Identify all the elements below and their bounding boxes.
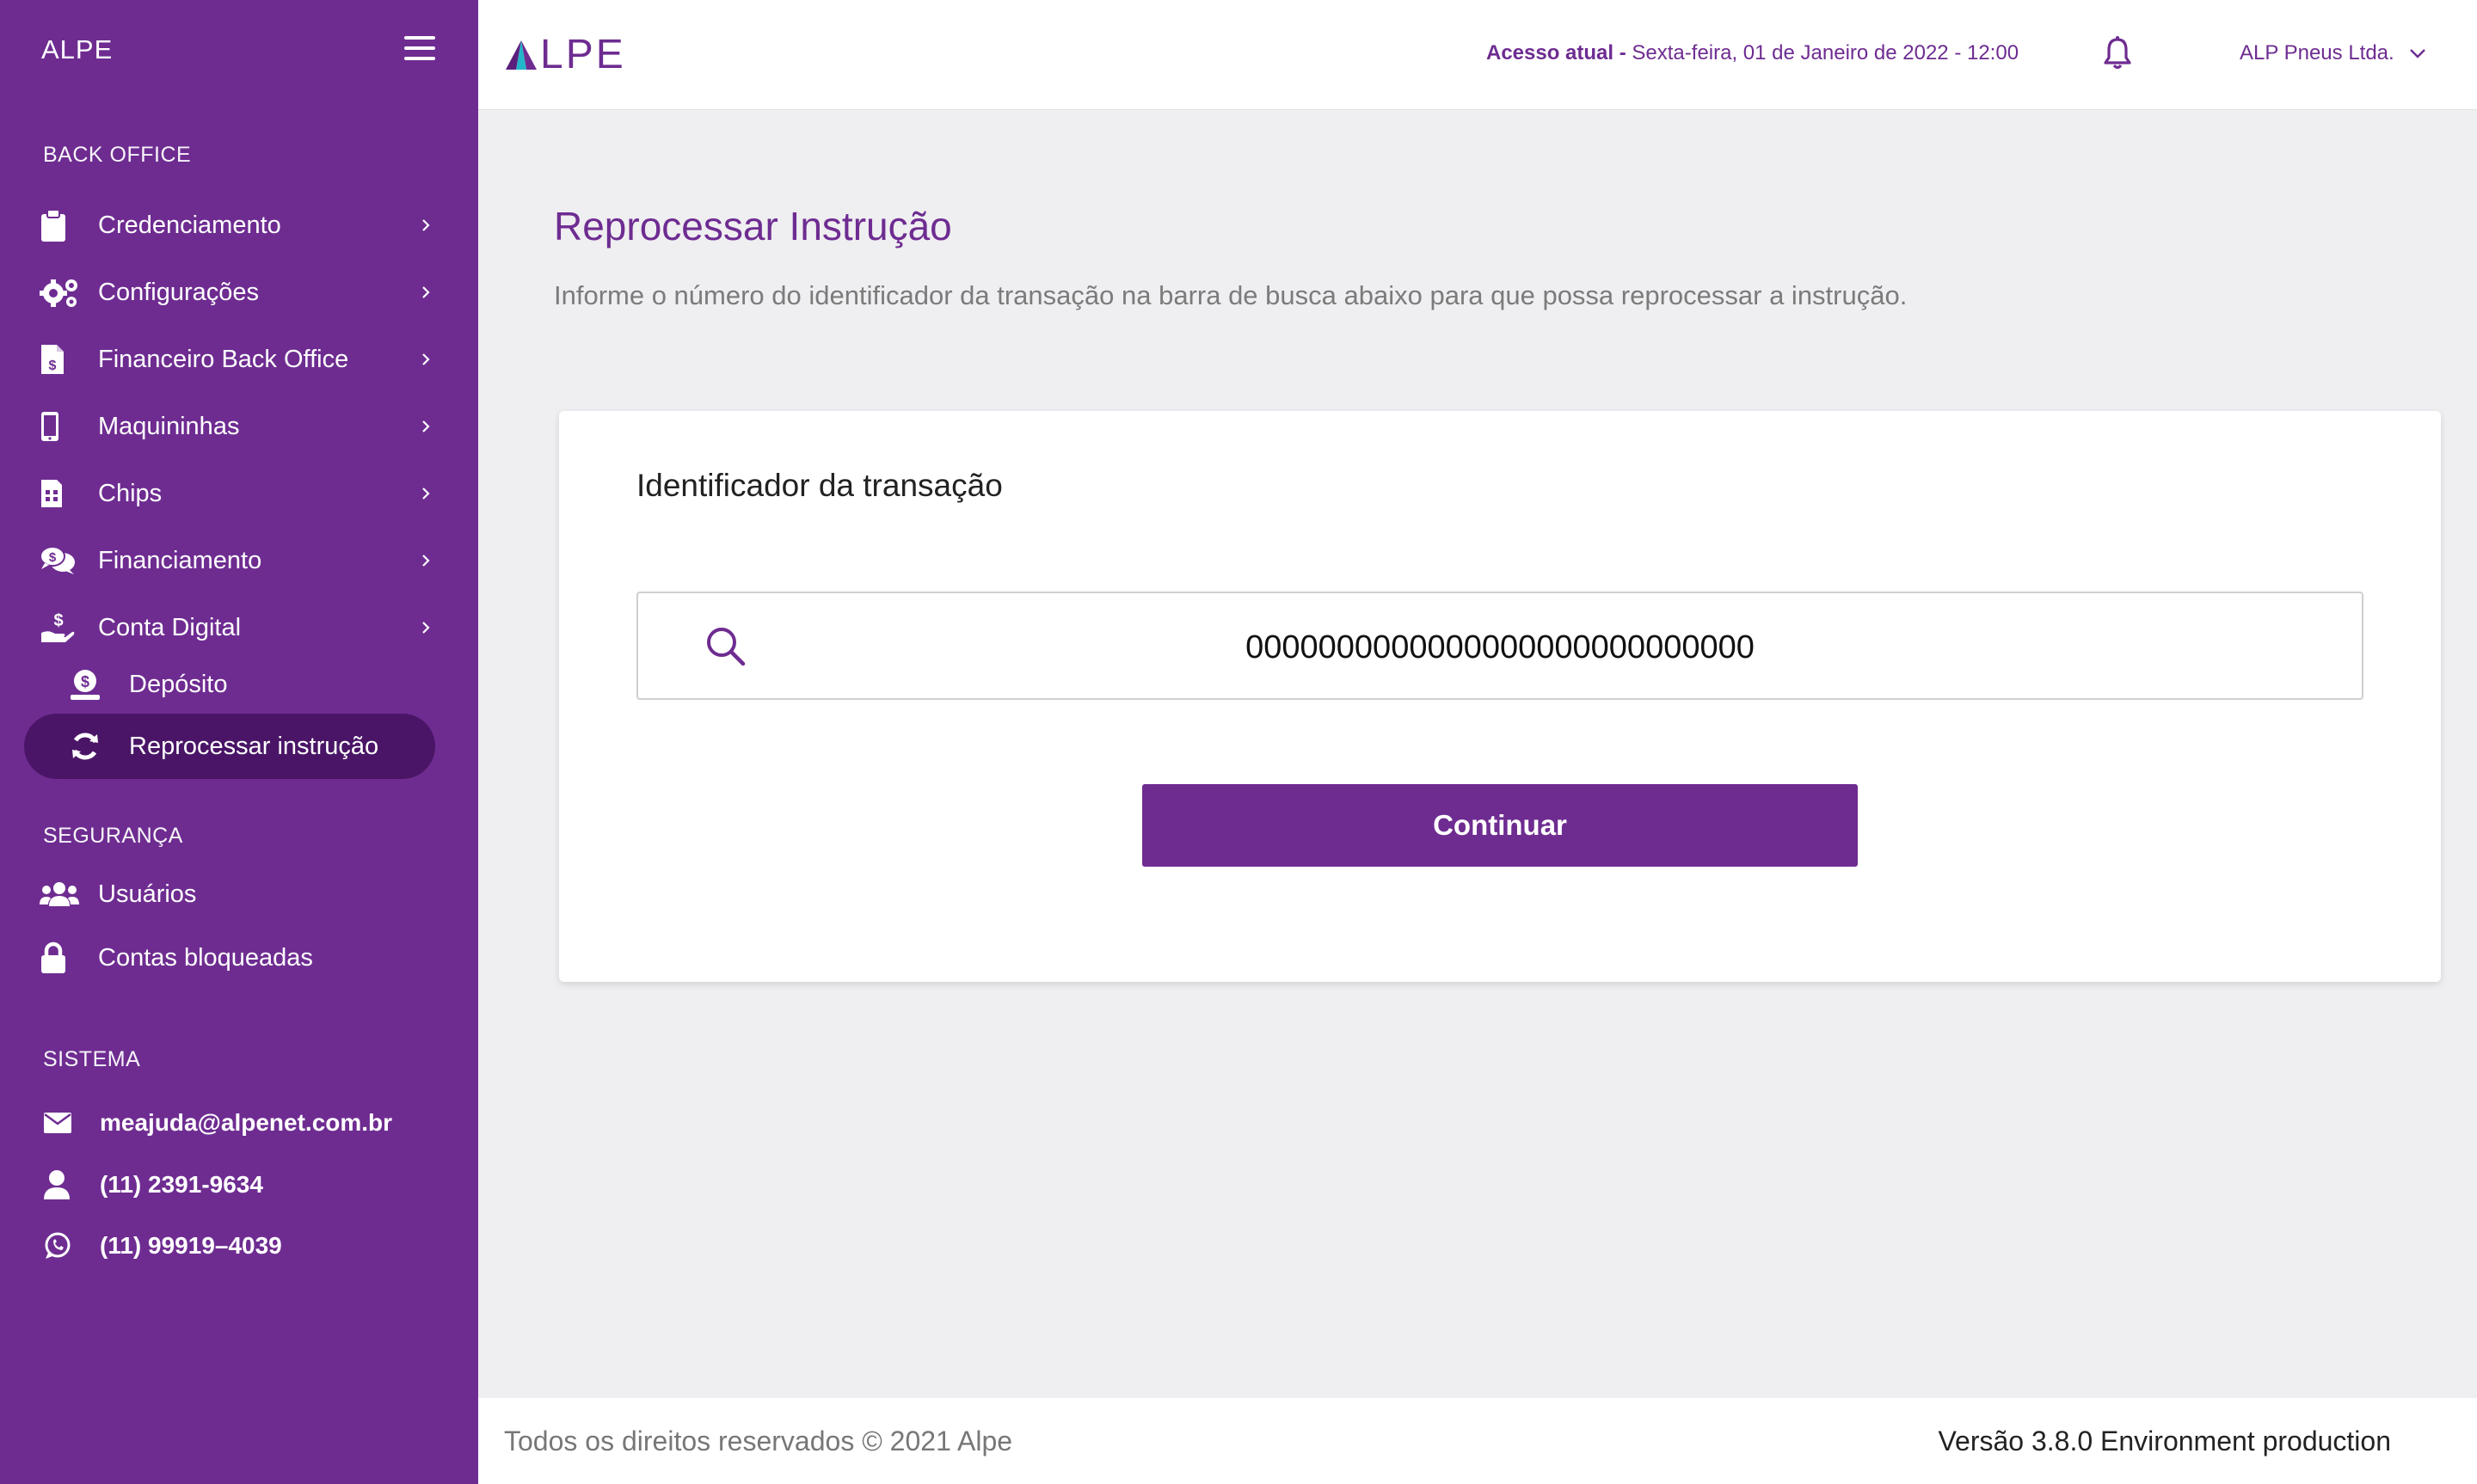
sidebar-item-chips[interactable]: Chips xyxy=(24,466,437,521)
hand-dollar-icon: $ xyxy=(24,610,98,645)
sidebar-item-maquininhas[interactable]: Maquininhas xyxy=(24,399,437,454)
chevron-right-icon xyxy=(415,620,437,635)
chevron-right-icon xyxy=(415,218,437,233)
chevron-right-icon xyxy=(415,486,437,501)
sidebar-item-label: Contas bloqueadas xyxy=(98,943,313,972)
footer: Todos os direitos reservados © 2021 Alpe… xyxy=(478,1398,2477,1484)
top-header: LPE Acesso atual - Sexta-feira, 01 de Ja… xyxy=(478,0,2477,110)
sidebar-subitem-deposito[interactable]: $ Depósito xyxy=(24,652,435,717)
sidebar-item-financiamento[interactable]: $ Financiamento xyxy=(24,533,437,588)
sidebar-item-contas-bloqueadas[interactable]: Contas bloqueadas xyxy=(24,930,437,985)
sidebar-item-configuracoes[interactable]: Configurações xyxy=(24,265,437,320)
sync-icon xyxy=(24,730,129,763)
whatsapp-icon xyxy=(43,1231,100,1260)
sidebar-subitem-label: Depósito xyxy=(129,670,228,698)
contact-phone-label: (11) 2391-9634 xyxy=(100,1171,263,1198)
app-logo[interactable]: LPE xyxy=(504,31,626,78)
sidebar-item-conta-digital[interactable]: $ Conta Digital xyxy=(24,600,437,655)
contact-email-label: meajuda@alpenet.com.br xyxy=(100,1109,393,1136)
section-title-sistema: SISTEMA xyxy=(43,1047,141,1071)
footer-version: Versão 3.8.0 Environment production xyxy=(1938,1426,2391,1456)
users-icon xyxy=(24,880,98,908)
svg-text:$: $ xyxy=(81,673,89,690)
section-title-backoffice: BACK OFFICE xyxy=(43,143,192,167)
chevron-right-icon xyxy=(415,285,437,300)
page-description: Informe o número do identificador da tra… xyxy=(554,280,1908,310)
continue-button[interactable]: Continuar xyxy=(1142,784,1858,867)
sidebar-item-label: Configurações xyxy=(98,278,259,306)
sidebar: ALPE BACK OFFICE Credenciamento Configur… xyxy=(0,0,478,1484)
invoice-dollar-icon: $ xyxy=(24,343,98,376)
contact-email[interactable]: meajuda@alpenet.com.br xyxy=(43,1109,392,1137)
logo-a-icon xyxy=(506,40,537,70)
sidebar-brand: ALPE xyxy=(41,34,114,64)
transaction-search-value[interactable]: 0000000000000000000000000000 xyxy=(638,629,2362,666)
sidebar-item-label: Maquininhas xyxy=(98,412,240,440)
company-name: ALP Pneus Ltda. xyxy=(2240,41,2394,64)
menu-toggle-icon[interactable] xyxy=(404,36,435,64)
chevron-right-icon xyxy=(415,419,437,434)
sidebar-item-label: Chips xyxy=(98,479,163,507)
company-selector[interactable]: ALP Pneus Ltda. xyxy=(2240,41,2427,65)
chevron-right-icon xyxy=(415,352,437,367)
section-title-seguranca: SEGURANÇA xyxy=(43,824,183,848)
sidebar-item-label: Financiamento xyxy=(98,546,262,574)
sim-card-icon xyxy=(24,478,98,509)
reprocess-card: Identificador da transação 0000000000000… xyxy=(559,411,2441,982)
sidebar-subitem-reprocessar-instrucao[interactable]: Reprocessar instrução xyxy=(24,714,435,779)
lock-icon xyxy=(24,941,98,974)
comments-dollar-icon: $ xyxy=(24,545,98,576)
sidebar-subitem-label: Reprocessar instrução xyxy=(129,732,379,760)
bell-icon[interactable] xyxy=(2099,34,2136,72)
access-label: Acesso atual - xyxy=(1486,41,1626,64)
chevron-right-icon xyxy=(415,553,437,568)
sidebar-item-financeiro-back-office[interactable]: $ Financeiro Back Office xyxy=(24,332,437,387)
svg-text:$: $ xyxy=(49,550,57,565)
user-icon xyxy=(43,1169,100,1200)
access-info: Acesso atual - Sexta-feira, 01 de Janeir… xyxy=(1486,41,2019,65)
sidebar-item-credenciamento[interactable]: Credenciamento xyxy=(24,198,437,253)
sidebar-item-label: Credenciamento xyxy=(98,211,281,239)
sidebar-item-label: Conta Digital xyxy=(98,613,242,641)
contact-phone[interactable]: (11) 2391-9634 xyxy=(43,1169,263,1200)
sidebar-item-label: Financeiro Back Office xyxy=(98,345,349,373)
footer-copyright: Todos os direitos reservados © 2021 Alpe xyxy=(504,1426,1013,1456)
mobile-icon xyxy=(24,410,98,443)
svg-text:$: $ xyxy=(53,611,63,630)
transaction-search-input[interactable]: 0000000000000000000000000000 xyxy=(636,592,2363,700)
envelope-icon xyxy=(43,1112,100,1134)
page-title: Reprocessar Instrução xyxy=(554,204,952,248)
clipboard-icon xyxy=(24,209,98,242)
sidebar-item-usuarios[interactable]: Usuários xyxy=(24,867,437,922)
contact-whatsapp-label: (11) 99919–4039 xyxy=(100,1232,282,1259)
chevron-down-icon xyxy=(2409,49,2425,58)
logo-text: LPE xyxy=(540,32,626,77)
svg-text:$: $ xyxy=(49,359,57,373)
sidebar-item-label: Usuários xyxy=(98,880,197,908)
card-title: Identificador da transação xyxy=(636,468,1003,503)
access-value: Sexta-feira, 01 de Janeiro de 2022 - 12:… xyxy=(1632,41,2019,64)
contact-whatsapp[interactable]: (11) 99919–4039 xyxy=(43,1231,282,1260)
gears-icon xyxy=(24,276,98,309)
deposit-icon: $ xyxy=(24,668,129,701)
